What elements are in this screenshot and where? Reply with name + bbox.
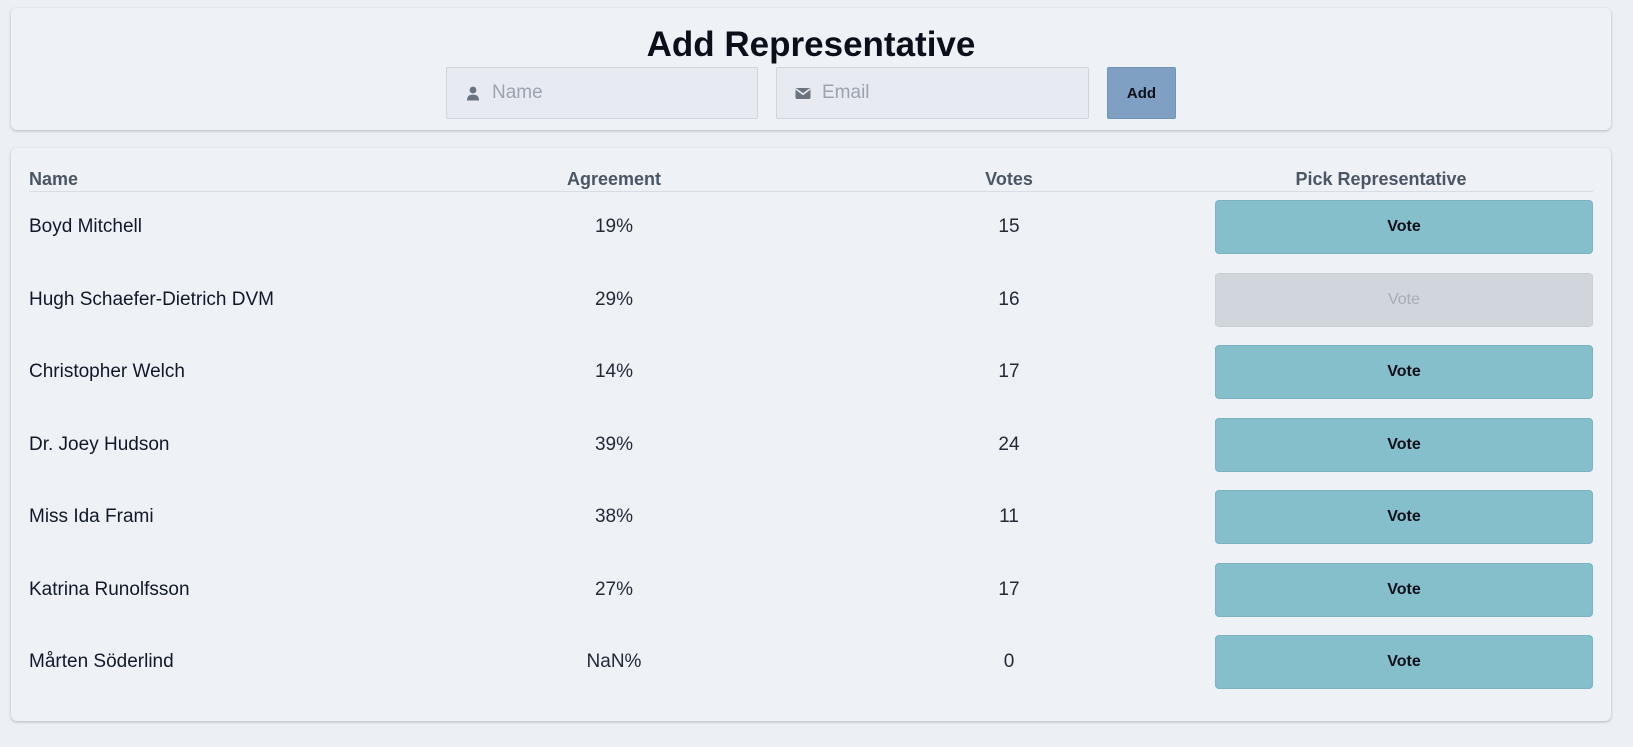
agreement-value: 14% [594,361,634,382]
page-title: Add Representative [646,25,976,64]
vote-button[interactable]: Vote [1215,562,1593,617]
agreement-value: 39% [594,433,634,455]
vote-button[interactable]: Vote [1215,417,1593,472]
votes-value: 15 [998,216,1020,237]
votes-value: 0 [1003,651,1015,672]
agreement-value: 19% [594,216,634,237]
table-row: Hugh Schaefer-Dietrich DVM 29% 16 Vote [29,272,1593,346]
votes-value: 17 [998,361,1020,382]
user-icon [465,85,481,101]
table-row: Boyd Mitchell 19% 15 Vote [29,200,1593,273]
table-row: Christopher Welch 14% 17 Vote [29,345,1593,418]
header-pick-representative: Pick Representative [1295,169,1467,189]
vote-button[interactable]: Vote [1215,200,1593,254]
table-header: Name Agreement Votes Pick Representative [29,162,1593,192]
email-field[interactable] [776,67,1089,119]
agreement-value: 38% [594,506,634,527]
votes-value: 11 [999,506,1019,527]
vote-button-disabled: Vote [1215,272,1593,327]
vote-button[interactable]: Vote [1215,345,1593,399]
table-row: Mårten Söderlind NaN% 0 Vote [29,635,1593,708]
votes-value: 17 [998,578,1020,600]
header-agreement: Agreement [566,169,662,189]
representatives-table: Name Agreement Votes Pick Representative… [11,148,1611,721]
add-representative-card: Add Representative Add [11,8,1611,130]
representative-name: Dr. Joey Hudson [29,433,170,455]
agreement-value: 29% [594,288,634,310]
table-row: Miss Ida Frami 38% 11 Vote [29,490,1593,563]
votes-value: 24 [998,433,1020,455]
representative-name: Boyd Mitchell [29,216,142,237]
table-row: Katrina Runolfsson 27% 17 Vote [29,562,1593,636]
representative-name: Hugh Schaefer-Dietrich DVM [29,288,274,310]
representative-name: Christopher Welch [29,361,185,382]
add-button[interactable]: Add [1107,67,1176,119]
representative-name: Katrina Runolfsson [29,578,190,600]
name-field[interactable] [446,67,758,119]
name-input[interactable] [492,82,742,104]
table-row: Dr. Joey Hudson 39% 24 Vote [29,417,1593,491]
agreement-value: NaN% [586,651,642,672]
representative-name: Mårten Söderlind [29,651,174,672]
vote-button[interactable]: Vote [1215,490,1593,544]
email-input[interactable] [822,82,1072,104]
agreement-value: 27% [594,578,634,600]
table-body: Boyd Mitchell 19% 15 Vote Hugh Schaefer-… [29,200,1593,708]
representative-name: Miss Ida Frami [29,506,154,527]
header-name: Name [29,169,79,189]
votes-value: 16 [998,288,1020,310]
envelope-icon [795,85,811,101]
header-votes: Votes [985,169,1033,189]
vote-button[interactable]: Vote [1215,635,1593,689]
